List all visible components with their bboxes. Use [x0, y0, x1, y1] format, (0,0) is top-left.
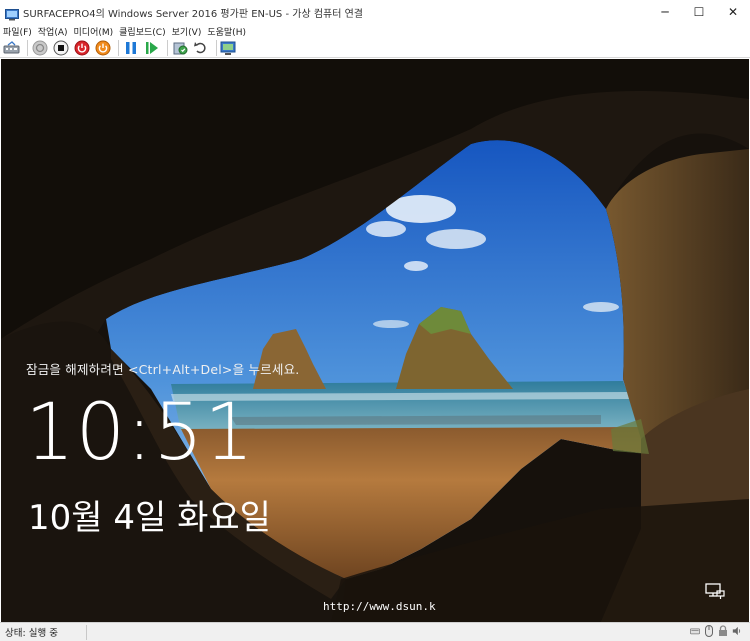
enhanced-session-button[interactable]: [220, 39, 237, 56]
toolbar-separator: [118, 39, 119, 56]
menu-file[interactable]: 파일(F): [3, 25, 32, 38]
turn-off-icon: [53, 40, 68, 55]
watermark-url: http://www.dsun.k: [323, 600, 436, 613]
minimize-button[interactable]: ─: [648, 0, 682, 24]
toolbar: [0, 38, 750, 58]
maximize-button[interactable]: ☐: [682, 0, 716, 24]
lockscreen-clock: 10:51: [25, 388, 255, 478]
title-bar: SURFACEPRO4의 Windows Server 2016 평가판 EN-…: [0, 0, 750, 24]
shutdown-icon: [74, 40, 89, 55]
start-button[interactable]: [31, 39, 48, 56]
enhanced-session-icon: [220, 41, 236, 55]
vm-display[interactable]: 잠금을 해제하려면 <Ctrl+Alt+Del>을 누르세요. 10:51 10…: [1, 59, 749, 622]
status-separator: [86, 625, 87, 640]
resume-icon: [145, 41, 158, 54]
keyboard-icon: [690, 628, 700, 635]
menu-bar: 파일(F) 작업(A) 미디어(M) 클립보드(C) 보기(V) 도움말(H): [0, 24, 750, 38]
vm-connect-app-icon: [5, 6, 19, 21]
menu-help[interactable]: 도움말(H): [207, 25, 246, 38]
network-status-icon[interactable]: [705, 583, 725, 601]
close-icon: ✕: [727, 5, 739, 19]
turn-off-button[interactable]: [52, 39, 69, 56]
checkpoint-button[interactable]: [171, 39, 188, 56]
ctrl-alt-del-button[interactable]: [3, 39, 20, 56]
mouse-icon: [705, 625, 713, 637]
pause-button[interactable]: [122, 39, 139, 56]
save-state-button[interactable]: [94, 39, 111, 56]
minimize-icon: ─: [661, 5, 669, 19]
revert-icon: [194, 42, 206, 54]
close-button[interactable]: ✕: [716, 0, 750, 24]
resume-button[interactable]: [143, 39, 160, 56]
toolbar-separator: [216, 39, 217, 56]
toolbar-separator: [167, 39, 168, 56]
status-bar: 상태: 실행 중: [0, 622, 750, 641]
menu-media[interactable]: 미디어(M): [74, 25, 114, 38]
shutdown-button[interactable]: [73, 39, 90, 56]
revert-button[interactable]: [192, 39, 209, 56]
lock-icon: [719, 625, 727, 636]
ctrl-alt-del-icon: [3, 40, 20, 53]
checkpoint-icon: [173, 42, 187, 54]
window-title: SURFACEPRO4의 Windows Server 2016 평가판 EN-…: [23, 8, 363, 20]
audio-icon: [732, 626, 741, 636]
save-state-icon: [95, 40, 110, 55]
menu-clipboard[interactable]: 클립보드(C): [119, 25, 165, 38]
lockscreen-date: 10월 4일 화요일: [28, 498, 271, 538]
status-text: 상태: 실행 중: [5, 628, 58, 639]
start-icon: [32, 40, 47, 55]
unlock-hint-text: 잠금을 해제하려면 <Ctrl+Alt+Del>을 누르세요.: [26, 362, 300, 377]
menu-view[interactable]: 보기(V): [172, 25, 202, 38]
maximize-icon: ☐: [693, 5, 705, 19]
pause-icon: [125, 41, 136, 54]
toolbar-separator: [27, 39, 28, 56]
menu-action[interactable]: 작업(A): [38, 25, 68, 38]
